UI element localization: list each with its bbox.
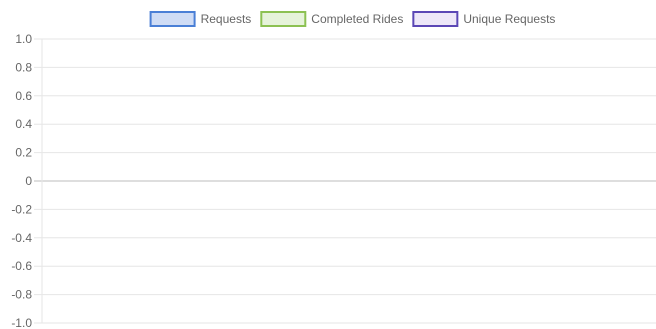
legend-label-unique-requests: Unique Requests — [463, 12, 555, 26]
chart-grid — [34, 38, 656, 324]
legend-item-unique-requests[interactable]: Unique Requests — [412, 11, 555, 27]
legend-item-requests[interactable]: Requests — [149, 11, 252, 27]
line-chart: Requests Completed Rides Unique Requests 1… — [11, 11, 656, 329]
legend-item-completed-rides[interactable]: Completed Rides — [260, 11, 403, 27]
legend-swatch-completed-rides — [260, 11, 307, 27]
legend-swatch-unique-requests — [412, 11, 459, 27]
y-tick-label: 0 — [25, 174, 32, 188]
y-tick-label: 0.6 — [15, 89, 32, 103]
chart-legend: Requests Completed Rides Unique Requests — [149, 11, 555, 27]
legend-label-requests: Requests — [201, 12, 252, 26]
legend-label-completed-rides: Completed Rides — [311, 12, 403, 26]
y-tick-label: -0.4 — [11, 231, 32, 245]
y-tick-label: -0.8 — [11, 288, 32, 302]
legend-swatch-requests — [149, 11, 196, 27]
y-tick-label: -1.0 — [11, 316, 32, 329]
y-tick-label: 0.4 — [15, 117, 32, 131]
chart-container: Requests Completed Rides Unique Requests 1… — [0, 0, 656, 329]
y-tick-label: 0.8 — [15, 60, 32, 74]
y-tick-label: -0.2 — [11, 202, 32, 216]
y-tick-label: -0.6 — [11, 259, 32, 273]
y-tick-label: 1.0 — [15, 32, 32, 46]
y-tick-label: 0.2 — [15, 146, 32, 160]
